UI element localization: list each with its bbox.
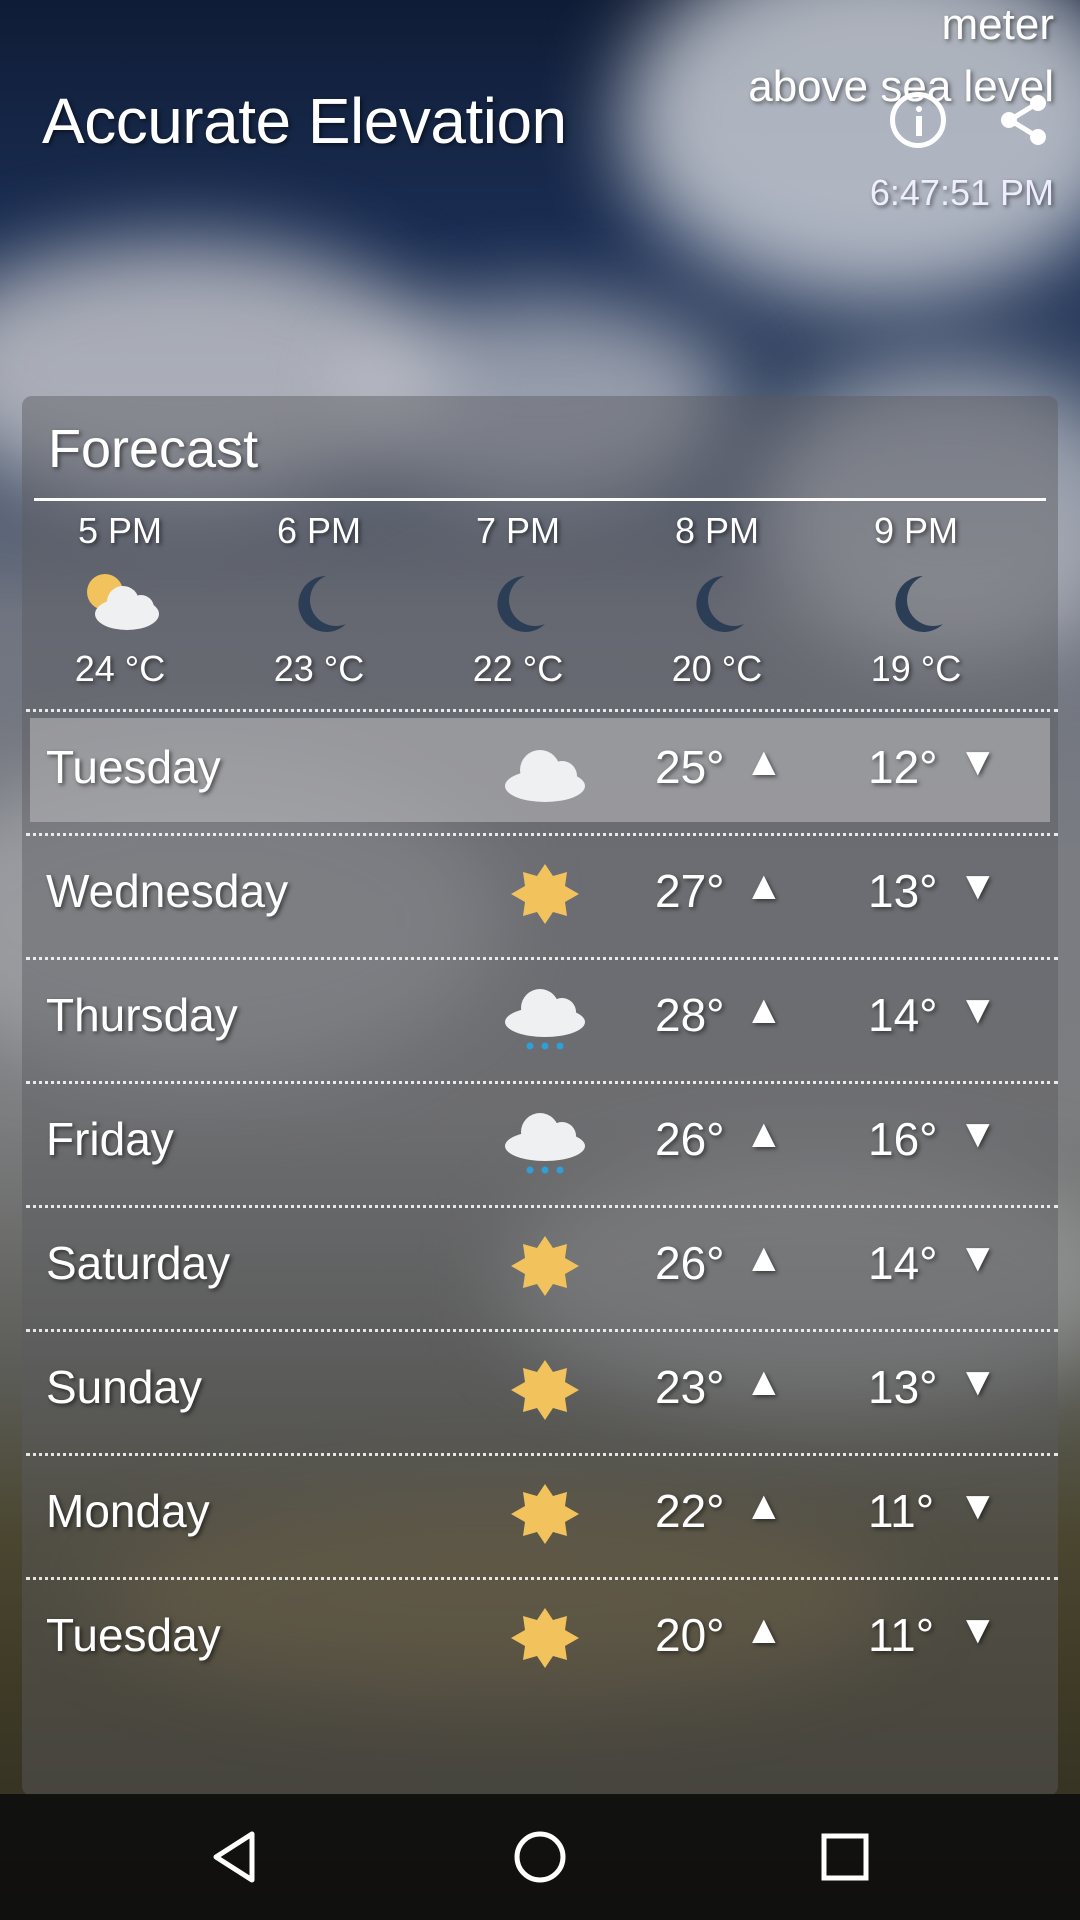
hour-temp: 22 °C xyxy=(472,648,564,689)
day-row[interactable]: Tuesday 25° ▲ 12° ▼ xyxy=(30,718,1050,822)
share-icon[interactable] xyxy=(996,92,1052,148)
rain-icon xyxy=(505,989,585,1050)
hour-label: 5 PM xyxy=(77,510,163,551)
down-arrow-icon: ▼ xyxy=(958,988,998,1032)
forecast-title: Forecast xyxy=(48,419,259,479)
day-name: Saturday xyxy=(46,1237,231,1289)
up-arrow-icon: ▲ xyxy=(744,1112,784,1156)
high-temp: 26° xyxy=(655,1237,725,1289)
day-name: Monday xyxy=(46,1485,210,1537)
row-divider xyxy=(26,1453,1058,1456)
row-divider xyxy=(26,709,1058,712)
day-row[interactable]: Wednesday 27° ▲ 13° ▼ xyxy=(30,842,1050,946)
high-temp: 25° xyxy=(655,741,725,793)
up-arrow-icon: ▲ xyxy=(744,864,784,908)
day-name: Wednesday xyxy=(46,865,289,917)
home-circle-icon[interactable] xyxy=(505,1822,575,1892)
day-row[interactable]: Sunday 23° ▲ 13° ▼ xyxy=(30,1338,1050,1442)
down-arrow-icon: ▼ xyxy=(958,1360,998,1404)
low-temp: 14° xyxy=(868,1237,938,1289)
up-arrow-icon: ▲ xyxy=(744,1608,784,1652)
day-row[interactable]: Friday 26° ▲ 16° ▼ xyxy=(30,1090,1050,1194)
rain-icon xyxy=(505,1113,585,1174)
system-nav-bar xyxy=(0,1794,1080,1920)
down-arrow-icon: ▼ xyxy=(958,740,998,784)
up-arrow-icon: ▲ xyxy=(744,1236,784,1280)
down-arrow-icon: ▼ xyxy=(958,1236,998,1280)
low-temp: 13° xyxy=(868,865,938,917)
hourly-item: 5 PM 24 °C xyxy=(30,508,210,690)
high-temp: 22° xyxy=(655,1485,725,1537)
hourly-item: 8 PM 20 °C xyxy=(627,508,807,690)
up-arrow-icon: ▲ xyxy=(744,988,784,1032)
row-divider xyxy=(26,957,1058,960)
high-temp: 28° xyxy=(655,989,725,1041)
day-name: Friday xyxy=(46,1113,174,1165)
down-arrow-icon: ▼ xyxy=(958,1112,998,1156)
low-temp: 12° xyxy=(868,741,938,793)
hour-temp: 23 °C xyxy=(273,648,365,689)
low-temp: 11° xyxy=(868,1609,935,1661)
row-divider xyxy=(26,1329,1058,1332)
hour-label: 6 PM xyxy=(276,510,362,551)
info-icon[interactable] xyxy=(890,92,946,148)
moon-icon xyxy=(895,576,943,632)
day-name: Tuesday xyxy=(46,1609,221,1661)
up-arrow-icon: ▲ xyxy=(744,740,784,784)
high-temp: 27° xyxy=(655,865,725,917)
sun-icon xyxy=(511,864,579,924)
hourly-item: 9 PM 19 °C xyxy=(826,508,1006,690)
hour-temp: 20 °C xyxy=(671,648,763,689)
low-temp: 11° xyxy=(868,1485,935,1537)
back-triangle-icon[interactable] xyxy=(200,1822,270,1892)
app-title: Accurate Elevation xyxy=(42,85,567,157)
row-divider xyxy=(26,1081,1058,1084)
title-divider xyxy=(34,498,1046,501)
sun-icon xyxy=(511,1236,579,1296)
recents-square-icon[interactable] xyxy=(810,1822,880,1892)
up-arrow-icon: ▲ xyxy=(744,1484,784,1528)
moon-icon xyxy=(298,576,346,632)
hourly-item: 7 PM 22 °C xyxy=(428,508,608,690)
sun-icon xyxy=(511,1608,579,1668)
row-divider xyxy=(26,1577,1058,1580)
day-name: Tuesday xyxy=(46,741,221,793)
current-time: 6:47:51 PM xyxy=(869,172,1054,213)
hour-temp: 19 °C xyxy=(870,648,962,689)
hour-temp: 24 °C xyxy=(74,648,166,689)
sun-icon xyxy=(511,1484,579,1544)
low-temp: 13° xyxy=(868,1361,938,1413)
hour-label: 8 PM xyxy=(674,510,760,551)
moon-icon xyxy=(497,576,545,632)
down-arrow-icon: ▼ xyxy=(958,1608,998,1652)
moon-icon xyxy=(696,576,744,632)
day-row[interactable]: Thursday 28° ▲ 14° ▼ xyxy=(30,966,1050,1070)
day-row[interactable]: Saturday 26° ▲ 14° ▼ xyxy=(30,1214,1050,1318)
high-temp: 20° xyxy=(655,1609,725,1661)
hour-label: 9 PM xyxy=(873,510,959,551)
partly-cloudy-icon xyxy=(87,574,159,630)
day-name: Sunday xyxy=(46,1361,203,1413)
down-arrow-icon: ▼ xyxy=(958,864,998,908)
hour-label: 7 PM xyxy=(475,510,561,551)
hourly-item: 6 PM 23 °C xyxy=(229,508,409,690)
day-name: Thursday xyxy=(46,989,238,1041)
high-temp: 26° xyxy=(655,1113,725,1165)
row-divider xyxy=(26,1205,1058,1208)
high-temp: 23° xyxy=(655,1361,725,1413)
down-arrow-icon: ▼ xyxy=(958,1484,998,1528)
up-arrow-icon: ▲ xyxy=(744,1360,784,1404)
day-row[interactable]: Monday 22° ▲ 11° ▼ xyxy=(30,1462,1050,1566)
low-temp: 16° xyxy=(868,1113,938,1165)
row-divider xyxy=(26,833,1058,836)
sun-icon xyxy=(511,1360,579,1420)
unit-label: meter xyxy=(941,0,1054,49)
day-row[interactable]: Tuesday 20° ▲ 11° ▼ xyxy=(30,1586,1050,1690)
cloud-icon xyxy=(505,750,585,802)
low-temp: 14° xyxy=(868,989,938,1041)
